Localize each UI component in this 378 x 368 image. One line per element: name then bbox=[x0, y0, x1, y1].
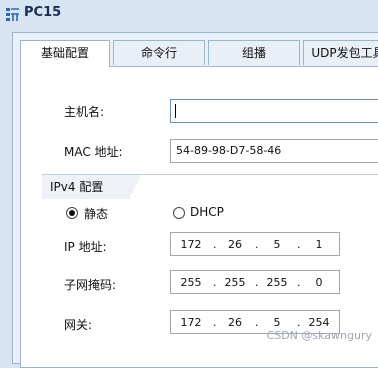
ip-dot: . bbox=[255, 238, 259, 251]
text-caret bbox=[175, 104, 176, 118]
dhcp-label: DHCP bbox=[190, 205, 224, 219]
gateway-octet-4: 254 bbox=[308, 316, 330, 329]
mac-field[interactable]: 54-89-98-D7-58-46 bbox=[170, 139, 378, 163]
ip-dot: . bbox=[297, 276, 301, 289]
mask-octet-3: 255 bbox=[266, 276, 288, 289]
gateway-octet-2: 26 bbox=[228, 316, 242, 329]
tab-basic-config[interactable]: 基础配置 bbox=[20, 40, 110, 67]
ip-dot: . bbox=[213, 276, 217, 289]
dhcp-radio[interactable] bbox=[173, 207, 185, 219]
ip-dot: . bbox=[297, 238, 301, 251]
tab-command-line[interactable]: 命令行 bbox=[113, 40, 205, 65]
static-radio[interactable] bbox=[66, 207, 78, 219]
window-title: PC15 bbox=[24, 5, 62, 20]
ip-dot: . bbox=[213, 316, 217, 329]
ipv4-section-label: IPv4 配置 bbox=[42, 175, 141, 199]
ip-octet-1: 172 bbox=[180, 238, 202, 251]
radio-selected-dot bbox=[69, 210, 75, 216]
ip-address-label: IP 地址: bbox=[64, 240, 107, 254]
ip-dot: . bbox=[255, 276, 259, 289]
hostname-label: 主机名: bbox=[64, 105, 105, 119]
tab-multicast[interactable]: 组播 bbox=[208, 40, 300, 65]
ip-dot: . bbox=[213, 238, 217, 251]
mask-octet-1: 255 bbox=[180, 276, 202, 289]
hostname-input[interactable] bbox=[170, 99, 378, 123]
gateway-label: 网关: bbox=[64, 318, 93, 332]
watermark: CSDN @skawngury bbox=[266, 329, 372, 342]
ip-dot: . bbox=[297, 316, 301, 329]
mask-octet-2: 255 bbox=[224, 276, 246, 289]
ip-address-field[interactable]: 172 . 26 . 5 . 1 bbox=[170, 232, 340, 256]
tab-udp-tool[interactable]: UDP发包工具 bbox=[303, 40, 378, 65]
gateway-octet-3: 5 bbox=[273, 316, 281, 329]
mac-label: MAC 地址: bbox=[64, 145, 123, 159]
ip-octet-3: 5 bbox=[273, 238, 281, 251]
ip-dot: . bbox=[255, 316, 259, 329]
subnet-mask-label: 子网掩码: bbox=[64, 278, 117, 292]
gateway-octet-1: 172 bbox=[180, 316, 202, 329]
mask-octet-4: 0 bbox=[315, 276, 323, 289]
ip-octet-2: 26 bbox=[228, 238, 242, 251]
pc-icon bbox=[6, 8, 19, 21]
title-bar: PC15 bbox=[0, 0, 378, 28]
ip-octet-4: 1 bbox=[315, 238, 323, 251]
mac-value: 54-89-98-D7-58-46 bbox=[176, 144, 282, 157]
static-label: 静态 bbox=[84, 207, 109, 221]
subnet-mask-field[interactable]: 255 . 255 . 255 . 0 bbox=[170, 270, 340, 294]
